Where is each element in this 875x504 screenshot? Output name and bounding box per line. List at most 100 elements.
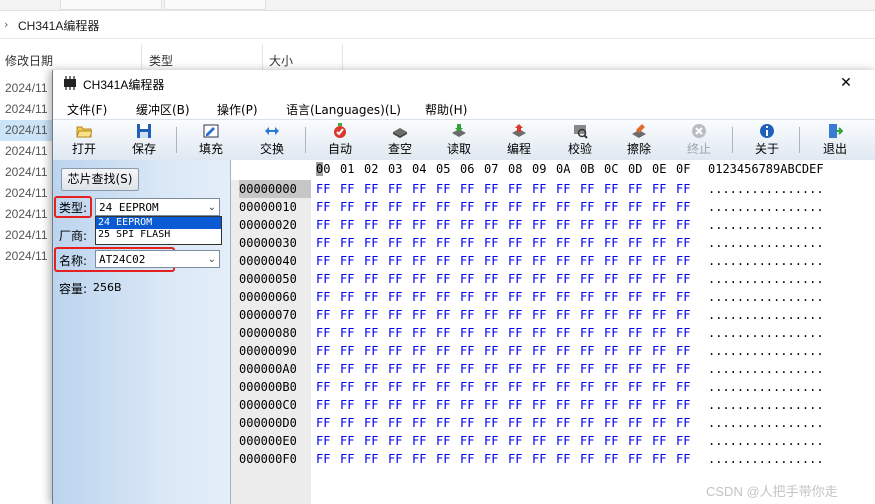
hex-byte[interactable]: FF bbox=[628, 306, 652, 324]
hex-byte[interactable]: FF bbox=[412, 450, 436, 468]
hex-byte[interactable]: FF bbox=[628, 342, 652, 360]
hex-byte[interactable]: FF bbox=[460, 342, 484, 360]
ascii-row[interactable]: ................ bbox=[708, 198, 824, 216]
save-button[interactable]: 保存 bbox=[119, 120, 169, 160]
hex-byte[interactable]: FF bbox=[364, 234, 388, 252]
blank-check-button[interactable]: 查空 bbox=[375, 120, 425, 160]
hex-byte[interactable]: FF bbox=[364, 342, 388, 360]
hex-byte[interactable]: FF bbox=[628, 432, 652, 450]
hex-byte[interactable]: FF bbox=[388, 414, 412, 432]
ascii-row[interactable]: ................ bbox=[708, 378, 824, 396]
hex-byte[interactable]: FF bbox=[460, 396, 484, 414]
hex-byte[interactable]: FF bbox=[508, 198, 532, 216]
hex-byte[interactable]: FF bbox=[532, 396, 556, 414]
hex-byte[interactable]: FF bbox=[532, 378, 556, 396]
hex-byte[interactable]: FF bbox=[580, 234, 604, 252]
hex-byte[interactable]: FF bbox=[676, 360, 700, 378]
hex-byte[interactable]: FF bbox=[580, 414, 604, 432]
hex-byte[interactable]: FF bbox=[556, 288, 580, 306]
hex-byte[interactable]: FF bbox=[340, 450, 364, 468]
hex-byte[interactable]: FF bbox=[316, 414, 340, 432]
hex-byte[interactable]: FF bbox=[508, 360, 532, 378]
hex-byte[interactable]: FF bbox=[388, 270, 412, 288]
hex-byte[interactable]: FF bbox=[652, 342, 676, 360]
hex-byte[interactable]: FF bbox=[340, 270, 364, 288]
hex-byte[interactable]: FF bbox=[412, 432, 436, 450]
file-date[interactable]: 2024/11 bbox=[5, 81, 48, 95]
ascii-row[interactable]: ................ bbox=[708, 432, 824, 450]
file-date[interactable]: 2024/11 bbox=[5, 102, 48, 116]
auto-button[interactable]: 自动 bbox=[315, 120, 365, 160]
hex-byte[interactable]: FF bbox=[340, 396, 364, 414]
hex-byte[interactable]: FF bbox=[388, 234, 412, 252]
hex-byte[interactable]: FF bbox=[676, 342, 700, 360]
hex-byte[interactable]: FF bbox=[316, 450, 340, 468]
hex-byte[interactable]: FF bbox=[484, 288, 508, 306]
hex-byte[interactable]: FF bbox=[676, 396, 700, 414]
hex-byte[interactable]: FF bbox=[412, 288, 436, 306]
hex-byte[interactable]: FF bbox=[580, 396, 604, 414]
hex-byte[interactable]: FF bbox=[652, 450, 676, 468]
hex-byte[interactable]: FF bbox=[460, 450, 484, 468]
hex-byte[interactable]: FF bbox=[412, 252, 436, 270]
hex-byte[interactable]: FF bbox=[628, 360, 652, 378]
close-button[interactable]: ✕ bbox=[835, 72, 857, 94]
hex-byte[interactable]: FF bbox=[316, 378, 340, 396]
type-option-25-spi-flash[interactable]: 25 SPI FLASH bbox=[96, 229, 221, 241]
hex-byte[interactable]: FF bbox=[388, 198, 412, 216]
hex-byte[interactable]: FF bbox=[604, 432, 628, 450]
hex-byte[interactable]: FF bbox=[484, 450, 508, 468]
menu-buffer[interactable]: 缓冲区(B) bbox=[136, 101, 190, 118]
hex-byte[interactable]: FF bbox=[388, 252, 412, 270]
verify-button[interactable]: 校验 bbox=[555, 120, 605, 160]
hex-byte[interactable]: FF bbox=[556, 396, 580, 414]
hex-byte[interactable]: FF bbox=[508, 378, 532, 396]
hex-byte[interactable]: FF bbox=[436, 216, 460, 234]
hex-byte[interactable]: FF bbox=[340, 234, 364, 252]
hex-byte[interactable]: FF bbox=[628, 180, 652, 198]
hex-byte[interactable]: FF bbox=[604, 378, 628, 396]
hex-byte[interactable]: FF bbox=[604, 360, 628, 378]
hex-byte[interactable]: FF bbox=[412, 378, 436, 396]
hex-byte[interactable]: FF bbox=[532, 342, 556, 360]
ascii-row[interactable]: ................ bbox=[708, 414, 824, 432]
hex-byte[interactable]: FF bbox=[508, 216, 532, 234]
hex-byte[interactable]: FF bbox=[652, 306, 676, 324]
hex-byte[interactable]: FF bbox=[556, 198, 580, 216]
swap-button[interactable]: 交换 bbox=[247, 120, 297, 160]
hex-byte[interactable]: FF bbox=[556, 378, 580, 396]
hex-byte[interactable]: FF bbox=[580, 252, 604, 270]
hex-byte[interactable]: FF bbox=[484, 234, 508, 252]
hex-byte[interactable]: FF bbox=[364, 180, 388, 198]
hex-byte[interactable]: FF bbox=[460, 288, 484, 306]
hex-byte[interactable]: FF bbox=[556, 234, 580, 252]
hex-byte[interactable]: FF bbox=[556, 324, 580, 342]
hex-byte[interactable]: FF bbox=[436, 234, 460, 252]
hex-byte[interactable]: FF bbox=[316, 252, 340, 270]
column-size[interactable]: 大小 bbox=[269, 52, 293, 69]
hex-byte[interactable]: FF bbox=[340, 414, 364, 432]
hex-byte[interactable]: FF bbox=[436, 360, 460, 378]
hex-byte[interactable]: FF bbox=[436, 270, 460, 288]
hex-byte[interactable]: FF bbox=[364, 306, 388, 324]
hex-byte[interactable]: FF bbox=[340, 342, 364, 360]
hex-byte[interactable]: FF bbox=[508, 270, 532, 288]
hex-byte[interactable]: FF bbox=[556, 432, 580, 450]
hex-byte[interactable]: FF bbox=[604, 396, 628, 414]
hex-byte[interactable]: FF bbox=[604, 288, 628, 306]
hex-byte[interactable]: FF bbox=[628, 450, 652, 468]
hex-byte[interactable]: FF bbox=[604, 216, 628, 234]
hex-byte[interactable]: FF bbox=[652, 180, 676, 198]
hex-byte[interactable]: FF bbox=[652, 198, 676, 216]
hex-byte[interactable]: FF bbox=[604, 414, 628, 432]
hex-byte[interactable]: FF bbox=[388, 432, 412, 450]
hex-byte[interactable]: FF bbox=[340, 288, 364, 306]
hex-byte[interactable]: FF bbox=[340, 252, 364, 270]
hex-byte[interactable]: FF bbox=[676, 252, 700, 270]
hex-byte[interactable]: FF bbox=[484, 270, 508, 288]
hex-byte[interactable]: FF bbox=[412, 324, 436, 342]
hex-byte[interactable]: FF bbox=[676, 324, 700, 342]
hex-byte[interactable]: FF bbox=[388, 180, 412, 198]
hex-byte[interactable]: FF bbox=[364, 288, 388, 306]
hex-byte[interactable]: FF bbox=[604, 270, 628, 288]
